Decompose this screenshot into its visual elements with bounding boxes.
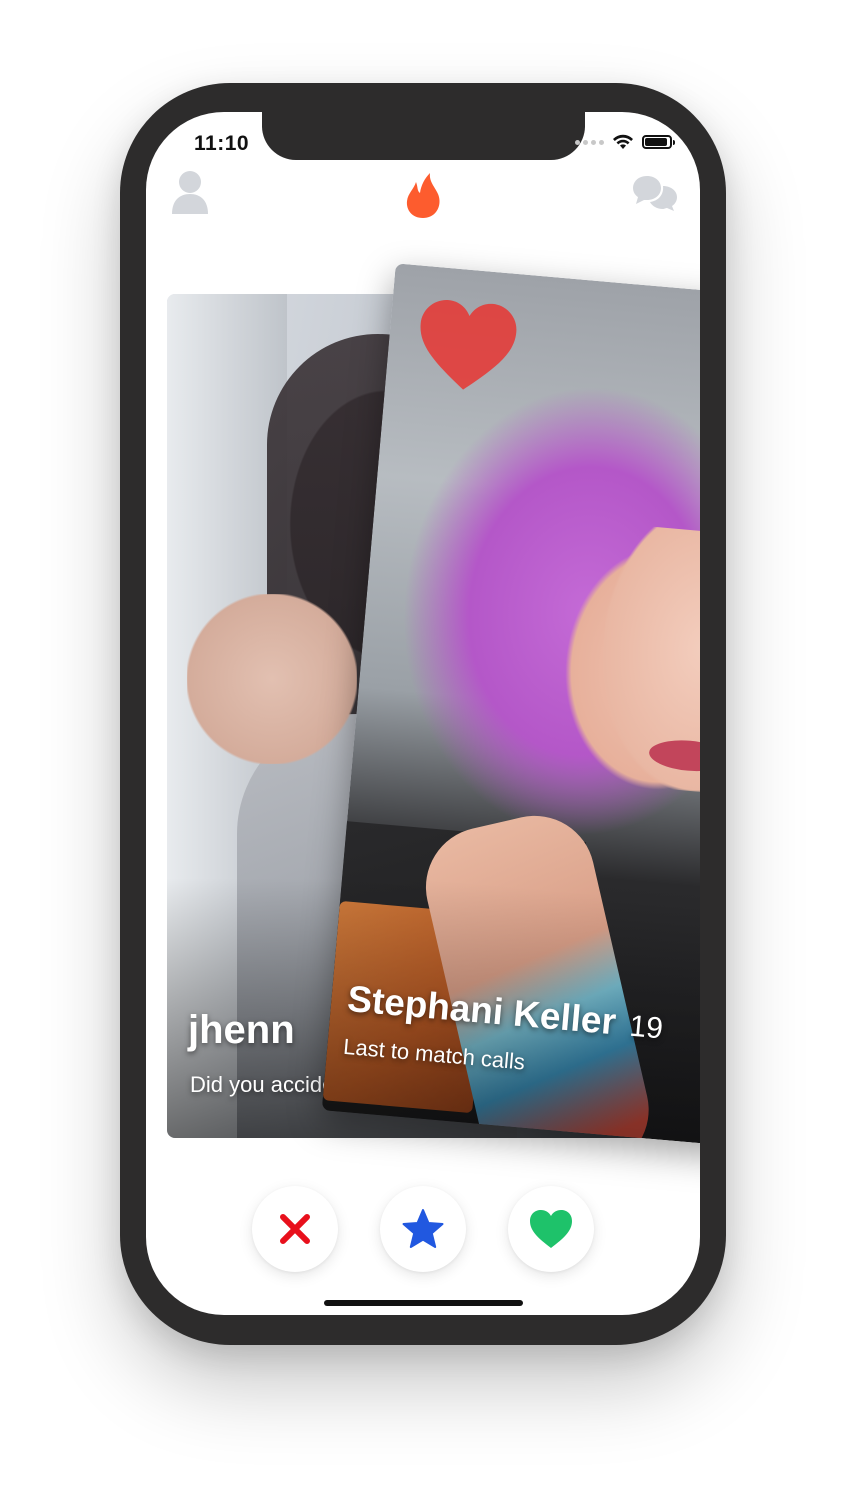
status-time: 11:10 — [194, 132, 250, 155]
nope-button[interactable] — [252, 1186, 338, 1272]
app-screen: 11:10 jhenn Did you Stephani Keller 19 L… — [146, 112, 700, 1315]
photo-hand — [187, 594, 357, 764]
card-name: jhenn — [188, 1008, 295, 1052]
card-age: 19 — [628, 1009, 665, 1046]
messages-button[interactable] — [632, 174, 678, 212]
battery-icon — [642, 135, 675, 149]
discover-button[interactable] — [404, 172, 442, 218]
like-button[interactable] — [508, 1186, 594, 1272]
chat-bubbles-icon — [633, 176, 677, 211]
flame-icon — [406, 173, 440, 218]
x-icon — [280, 1214, 310, 1244]
action-bar — [146, 1186, 700, 1276]
device-mockup: 11:10 jhenn Did you Stephani Keller 19 L… — [0, 0, 846, 1500]
profile-button[interactable] — [170, 170, 210, 216]
heart-icon — [530, 1210, 572, 1248]
status-indicators — [575, 134, 675, 150]
wifi-icon — [613, 134, 633, 149]
super-like-button[interactable] — [380, 1186, 466, 1272]
person-icon — [172, 171, 208, 214]
device-notch — [262, 112, 585, 160]
home-indicator[interactable] — [324, 1300, 523, 1306]
like-stamp-heart-icon — [420, 300, 517, 390]
cellular-signal-icon — [575, 139, 604, 145]
star-icon — [402, 1209, 444, 1248]
